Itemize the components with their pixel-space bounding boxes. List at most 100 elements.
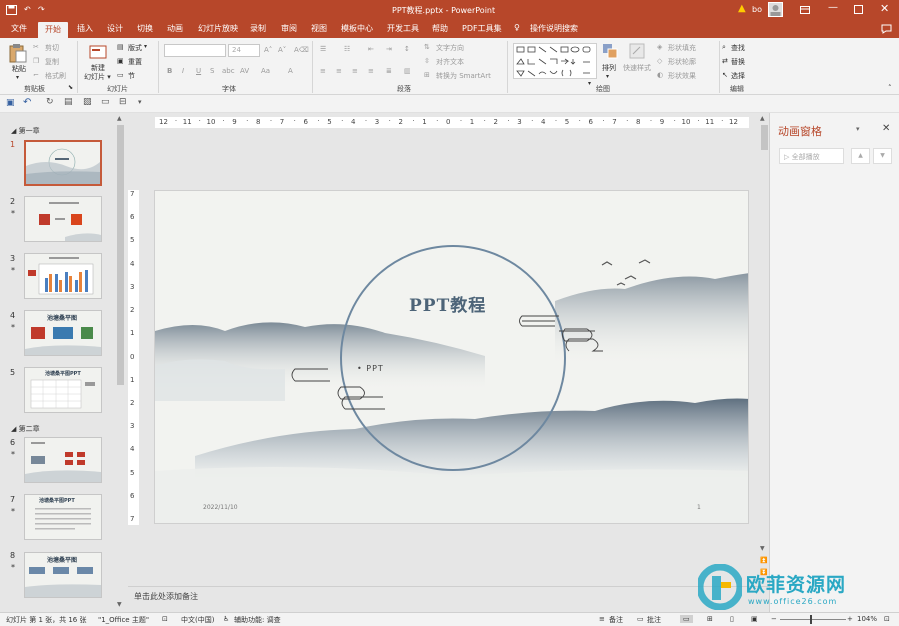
move-down-button[interactable]: ▼: [873, 148, 892, 164]
shapes-more-icon[interactable]: ▾: [588, 80, 591, 87]
slide-sorter-icon[interactable]: ⊞: [707, 615, 713, 623]
arrange-button[interactable]: 排列: [602, 63, 616, 73]
section-header-1[interactable]: ◢ 第一章: [11, 126, 40, 136]
columns-icon[interactable]: ▥: [404, 67, 411, 75]
close-window-icon[interactable]: ✕: [880, 2, 889, 15]
tab-animations[interactable]: 动画: [167, 23, 183, 34]
bullets-icon[interactable]: ☰: [320, 45, 326, 53]
strikethrough-icon[interactable]: abc: [222, 67, 235, 75]
justify-icon[interactable]: ≡: [368, 67, 374, 75]
distribute-icon[interactable]: ≣: [386, 67, 392, 75]
slide-subtitle[interactable]: • PPT: [357, 364, 384, 373]
zoom-slider-thumb[interactable]: [810, 615, 812, 624]
scroll-thumb[interactable]: [117, 125, 124, 385]
shape-fill-icon[interactable]: ◈: [657, 43, 662, 51]
qat-redo-icon[interactable]: ↻: [46, 97, 54, 107]
smartart-button[interactable]: 转换为 SmartArt: [436, 71, 491, 81]
slide-canvas[interactable]: PPT教程 • PPT 2022/11/10 1: [154, 190, 749, 524]
accessibility-status[interactable]: 辅助功能: 调查: [234, 615, 281, 625]
tab-view[interactable]: 视图: [311, 23, 327, 34]
decrease-indent-icon[interactable]: ⇤: [368, 45, 374, 53]
align-left-icon[interactable]: ≡: [320, 67, 326, 75]
qat-present-icon[interactable]: ▭: [101, 97, 110, 107]
tab-slideshow[interactable]: 幻灯片放映: [198, 23, 238, 34]
qat-picture-icon[interactable]: ▧: [83, 97, 92, 107]
change-case-icon[interactable]: Aa: [261, 67, 270, 75]
replace-button[interactable]: 替换: [731, 57, 745, 67]
tab-developer[interactable]: 开发工具: [387, 23, 419, 34]
scroll-up-icon[interactable]: ▲: [760, 115, 765, 122]
warning-icon[interactable]: ▲: [738, 3, 746, 14]
font-name-combo[interactable]: [164, 44, 226, 57]
slide-thumbnail-2[interactable]: [24, 196, 102, 242]
shapes-gallery[interactable]: [513, 43, 597, 79]
format-painter-icon[interactable]: ⌐: [33, 71, 39, 79]
notes-toggle[interactable]: 备注: [609, 615, 623, 625]
cut-icon[interactable]: ✂: [33, 43, 39, 51]
align-text-icon[interactable]: ⇳: [424, 57, 430, 65]
scroll-down-icon[interactable]: ▼: [760, 545, 765, 552]
shape-outline-button[interactable]: 形状轮廓: [668, 57, 696, 67]
slide-thumbnail-7[interactable]: 池塘桑平图PPT: [24, 494, 102, 540]
ribbon-display-icon[interactable]: [800, 6, 810, 14]
spellcheck-icon[interactable]: ⊡: [162, 615, 168, 623]
editor-scrollbar[interactable]: ▲ ▼ ⏫ ⏬: [760, 115, 769, 585]
zoom-out-icon[interactable]: −: [771, 615, 777, 623]
qat-undo-icon[interactable]: ↶: [23, 97, 31, 108]
italic-icon[interactable]: I: [182, 67, 184, 75]
shape-fill-button[interactable]: 形状填充: [668, 43, 696, 53]
bold-icon[interactable]: B: [167, 67, 172, 75]
scroll-thumb[interactable]: [761, 125, 768, 150]
zoom-in-icon[interactable]: +: [847, 615, 853, 623]
align-right-icon[interactable]: ≡: [352, 67, 358, 75]
pane-options-icon[interactable]: ▾: [856, 125, 860, 133]
find-icon[interactable]: ⌕: [722, 43, 726, 52]
comments-status-icon[interactable]: ▭: [637, 615, 644, 623]
layout-icon[interactable]: ▤: [117, 43, 124, 51]
save-icon[interactable]: [6, 5, 17, 15]
smartart-icon[interactable]: ⊞: [424, 71, 430, 79]
reset-icon[interactable]: ▣: [117, 57, 124, 65]
slide-title[interactable]: PPT教程: [409, 291, 486, 316]
theme-name[interactable]: "1_Office 主题": [98, 615, 149, 625]
redo-icon[interactable]: ↷: [38, 5, 45, 14]
shape-effects-button[interactable]: 形状效果: [668, 71, 696, 81]
font-color-icon[interactable]: A: [288, 67, 293, 75]
fit-slide-icon[interactable]: ⊡: [884, 615, 890, 623]
language-status[interactable]: 中文(中国): [181, 615, 214, 625]
font-size-combo[interactable]: 24: [228, 44, 260, 57]
section-icon[interactable]: ▭: [117, 71, 124, 79]
select-button[interactable]: 选择: [731, 71, 745, 81]
notes-icon[interactable]: ≡: [599, 615, 605, 623]
user-avatar-icon[interactable]: [768, 2, 783, 17]
new-slide-icon[interactable]: [89, 43, 107, 61]
paste-button[interactable]: 粘贴: [12, 64, 26, 74]
reading-view-icon[interactable]: ▯: [730, 615, 734, 623]
close-icon[interactable]: ✕: [882, 123, 890, 134]
underline-icon[interactable]: U: [196, 67, 201, 75]
prev-slide-icon[interactable]: ⏫: [760, 557, 767, 564]
slide-thumbnail-8[interactable]: 池塘桑平图: [24, 552, 102, 598]
slide-thumbnail-6[interactable]: [24, 437, 102, 483]
tab-home[interactable]: 开始: [38, 22, 68, 38]
copy-button[interactable]: 复制: [45, 57, 59, 67]
text-direction-button[interactable]: 文字方向: [436, 43, 464, 53]
comments-icon[interactable]: [881, 24, 892, 34]
layout-button[interactable]: 版式: [128, 43, 142, 53]
tab-insert[interactable]: 插入: [77, 23, 93, 34]
scroll-down-icon[interactable]: ▼: [117, 601, 122, 608]
tab-record[interactable]: 录制: [250, 23, 266, 34]
clipboard-launcher-icon[interactable]: ⬊: [68, 84, 73, 91]
maximize-icon[interactable]: [854, 5, 863, 14]
thumbnail-scrollbar[interactable]: ▲ ▼: [116, 115, 125, 610]
align-text-button[interactable]: 对齐文本: [436, 57, 464, 67]
reset-button[interactable]: 重置: [128, 57, 142, 67]
tab-design[interactable]: 设计: [107, 23, 123, 34]
normal-view-icon[interactable]: ▭: [680, 615, 693, 623]
tab-pdf-tools[interactable]: PDF工具集: [462, 23, 502, 34]
zoom-level[interactable]: 104%: [857, 615, 877, 623]
line-spacing-icon[interactable]: ↕: [404, 45, 410, 53]
clear-format-icon[interactable]: A⌫: [294, 46, 309, 54]
copy-icon[interactable]: ❐: [33, 57, 39, 65]
slide-thumbnail-1[interactable]: [24, 140, 102, 186]
